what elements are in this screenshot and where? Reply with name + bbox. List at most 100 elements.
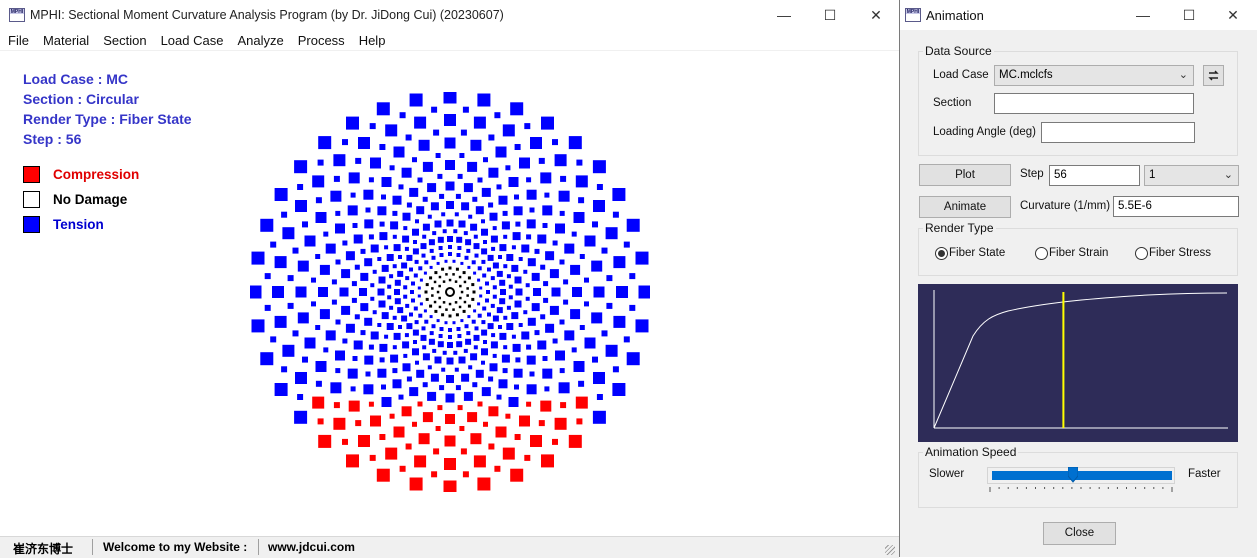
menu-file[interactable]: File <box>0 31 36 50</box>
fiber-tension <box>454 367 459 372</box>
close-window-button[interactable]: ✕ <box>853 0 899 30</box>
menu-process[interactable]: Process <box>291 31 352 50</box>
dialog-maximize-button[interactable]: ☐ <box>1166 0 1212 30</box>
fiber-tension <box>360 248 366 254</box>
fiber-tension <box>315 254 321 259</box>
menu-material[interactable]: Material <box>36 31 96 50</box>
fiber-tension <box>488 167 499 178</box>
fiber-tension <box>477 313 482 318</box>
fiber-tension <box>353 234 363 244</box>
fiber-tension <box>444 114 456 126</box>
load-case-select[interactable]: MC.mclcfs ⌄ <box>994 65 1194 86</box>
animate-button[interactable]: Animate <box>919 196 1011 218</box>
fiber-tension <box>485 298 489 303</box>
fiber-tension <box>424 260 429 265</box>
fiber-tension <box>297 184 304 190</box>
radio-fiber-stress-label[interactable]: Fiber Stress <box>1149 247 1211 259</box>
menu-analyze[interactable]: Analyze <box>230 31 290 50</box>
fiber-tension <box>428 338 435 345</box>
fiber-tension <box>352 356 358 361</box>
fiber-tension <box>542 368 553 379</box>
fiber-tension <box>358 137 370 149</box>
fiber-tension <box>392 195 402 205</box>
speed-slider-thumb[interactable] <box>1068 467 1078 483</box>
minimize-button[interactable]: — <box>761 0 807 30</box>
fiber-tension <box>389 274 394 279</box>
moment-curvature-panel[interactable] <box>918 284 1238 442</box>
fiber-tension <box>260 218 274 232</box>
section-field[interactable] <box>994 93 1194 114</box>
fiber-tension <box>387 284 392 289</box>
refresh-icon <box>1208 70 1219 81</box>
fiber-tension <box>518 257 523 261</box>
fiber-tension <box>477 266 482 271</box>
dialog-close-window-button[interactable]: ✕ <box>1210 0 1256 30</box>
resize-grip[interactable] <box>885 545 895 555</box>
fiber-tension <box>457 173 463 179</box>
curvature-field[interactable]: 5.5E-6 <box>1113 196 1239 217</box>
fiber-tension <box>442 301 446 304</box>
fiber-compression <box>473 455 486 468</box>
fiber-tension <box>465 239 472 246</box>
fiber-tension <box>529 207 535 213</box>
fiber-tension <box>477 93 491 107</box>
refresh-load-case-button[interactable] <box>1203 65 1224 86</box>
menu-section[interactable]: Section <box>96 31 153 50</box>
dialog-minimize-button[interactable]: — <box>1120 0 1166 30</box>
radio-fiber-strain-label[interactable]: Fiber Strain <box>1049 247 1108 259</box>
fiber-tension <box>538 157 545 164</box>
fiber-tension <box>448 266 452 270</box>
fiber-tension <box>492 294 497 299</box>
fiber-tension <box>425 283 429 287</box>
fiber-tension <box>304 235 316 247</box>
loading-angle-field[interactable] <box>1041 122 1195 143</box>
fiber-tension <box>355 157 362 164</box>
fiber-tension <box>429 276 433 280</box>
fiber-tension <box>468 214 473 219</box>
fiber-tension <box>419 278 423 282</box>
fiber-tension <box>452 321 456 325</box>
fiber-tension <box>370 157 381 169</box>
fiber-compression <box>494 465 501 472</box>
menu-load-case[interactable]: Load Case <box>154 31 231 50</box>
fiber-tension <box>526 384 537 395</box>
fiber-tension <box>523 269 528 274</box>
close-button[interactable]: Close <box>1043 522 1116 545</box>
fiber-tension <box>315 361 327 372</box>
fiber-tension <box>529 371 535 377</box>
fiber-tension <box>579 325 585 330</box>
maximize-button[interactable]: ☐ <box>807 0 853 30</box>
fiber-tension <box>482 306 487 311</box>
fiber-tension <box>638 285 650 299</box>
fiber-tension <box>294 160 308 174</box>
menu-help[interactable]: Help <box>352 31 393 50</box>
fiber-tension <box>445 273 448 276</box>
fiber-tension <box>445 393 455 403</box>
step-increment-select[interactable]: 1 ⌄ <box>1144 165 1239 186</box>
fiber-tension <box>560 175 567 182</box>
status-separator <box>258 539 259 555</box>
fiber-tension <box>274 256 287 269</box>
fiber-tension <box>341 305 351 315</box>
legend-label-compression: Compression <box>53 167 140 182</box>
fiber-tension <box>521 331 530 340</box>
radio-fiber-state[interactable] <box>935 247 948 260</box>
fiber-tension <box>474 326 479 331</box>
fiber-tension <box>393 244 401 252</box>
radio-fiber-stress[interactable] <box>1135 247 1148 260</box>
fiber-tension <box>458 275 462 279</box>
fiber-tension <box>461 373 470 382</box>
fiber-tension <box>481 259 486 264</box>
speed-slider-track[interactable] <box>992 471 1172 480</box>
fiber-tension <box>498 325 502 329</box>
radio-fiber-state-label[interactable]: Fiber State <box>949 247 1005 259</box>
fiber-compression <box>412 421 417 427</box>
fiber-tension <box>364 317 373 326</box>
status-website-link[interactable]: www.jdcui.com <box>268 540 355 554</box>
fiber-tension <box>335 319 341 325</box>
fiber-tension <box>454 301 458 304</box>
radio-fiber-strain[interactable] <box>1035 247 1048 260</box>
plot-button[interactable]: Plot <box>919 164 1011 186</box>
fiber-tension <box>401 262 408 269</box>
step-field[interactable]: 56 <box>1049 165 1140 186</box>
